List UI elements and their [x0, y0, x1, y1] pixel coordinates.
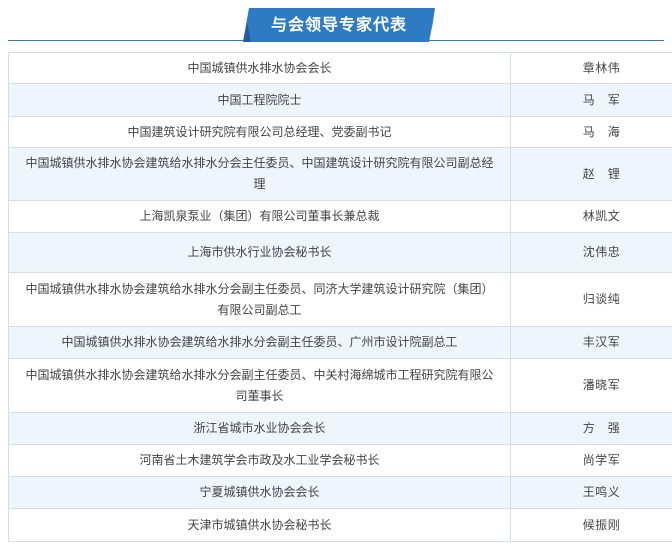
name-cell: 方 强: [510, 412, 672, 445]
name-cell: 归谈纯: [510, 272, 672, 327]
organization-cell: 河南省土木建筑学会市政及水工业学会秘书长: [8, 444, 511, 477]
organization-cell: 天津市城镇供水协会秘书长: [8, 508, 511, 542]
table-row: 天津市城镇供水协会秘书长 候振刚: [8, 508, 672, 542]
name-cell: 赵 锂: [510, 147, 672, 201]
organization-cell: 中国建筑设计研究院有限公司总经理、党委副书记: [8, 116, 511, 148]
organization-cell: 浙江省城市水业协会会长: [8, 412, 511, 445]
table-row: 河南省土木建筑学会市政及水工业学会秘书长 尚学军: [8, 444, 672, 477]
organization-cell: 上海凯泉泵业（集团）有限公司董事长兼总裁: [8, 200, 511, 233]
table-row: 中国工程院院士马 军: [8, 83, 672, 117]
section-title: 与会领导专家代表: [270, 15, 407, 34]
name-cell: 候振刚: [510, 508, 672, 542]
organization-cell: 宁夏城镇供水协会会长: [8, 476, 511, 509]
table-row: 中国城镇供水排水协会建筑给水排水分会副主任委员、同济大学建筑设计研究院（集团）有…: [8, 272, 672, 327]
table-row: 中国城镇供水排水协会建筑给水排水分会副主任委员、广州市设计院副总工 丰汉军: [8, 326, 672, 359]
attendee-table: 中国城镇供水排水协会会长 章林伟 中国工程院院士马 军中国建筑设计研究院有限公司总经…: [8, 52, 672, 542]
attendee-table-body: 中国城镇供水排水协会会长 章林伟 中国工程院院士马 军中国建筑设计研究院有限公司总经…: [8, 52, 672, 542]
name-cell: 章林伟: [510, 52, 672, 84]
organization-cell: 中国城镇供水排水协会建筑给水排水分会副主任委员、中关村海绵城市工程研究院有限公司…: [8, 358, 511, 413]
name-cell: 尚学军: [510, 444, 672, 477]
page: 与会领导专家代表 中国城镇供水排水协会会长 章林伟 中国工程院院士马 军中国建筑设计…: [0, 0, 672, 547]
section-title-banner: 与会领导专家代表: [243, 8, 435, 42]
table-row: 浙江省城市水业协会会长方 强: [8, 412, 672, 445]
name-cell: 潘晓军: [510, 358, 672, 413]
name-cell: 丰汉军: [510, 326, 672, 359]
name-cell: 马 海: [510, 116, 672, 148]
table-row: 中国城镇供水排水协会会长 章林伟: [8, 52, 672, 84]
table-row: 中国城镇供水排水协会建筑给水排水分会副主任委员、中关村海绵城市工程研究院有限公司…: [8, 358, 672, 413]
organization-cell: 中国城镇供水排水协会建筑给水排水分会主任委员、中国建筑设计研究院有限公司副总经理: [8, 147, 511, 201]
organization-cell: 中国城镇供水排水协会会长: [8, 52, 511, 84]
table-row: 中国建筑设计研究院有限公司总经理、党委副书记马 海: [8, 116, 672, 148]
organization-cell: 中国城镇供水排水协会建筑给水排水分会副主任委员、同济大学建筑设计研究院（集团）有…: [8, 272, 511, 327]
name-cell: 马 军: [510, 83, 672, 117]
organization-cell: 上海市供水行业协会秘书长: [8, 232, 511, 273]
name-cell: 沈伟忠: [510, 232, 672, 273]
name-cell: 林凯文: [510, 200, 672, 233]
table-row: 上海凯泉泵业（集团）有限公司董事长兼总裁 林凯文: [8, 200, 672, 233]
organization-cell: 中国工程院院士: [8, 83, 511, 117]
name-cell: 王鸣义: [510, 476, 672, 509]
organization-cell: 中国城镇供水排水协会建筑给水排水分会副主任委员、广州市设计院副总工: [8, 326, 511, 359]
table-row: 宁夏城镇供水协会会长 王鸣义: [8, 476, 672, 509]
table-row: 中国城镇供水排水协会建筑给水排水分会主任委员、中国建筑设计研究院有限公司副总经理…: [8, 147, 672, 201]
table-row: 上海市供水行业协会秘书长 沈伟忠: [8, 232, 672, 273]
